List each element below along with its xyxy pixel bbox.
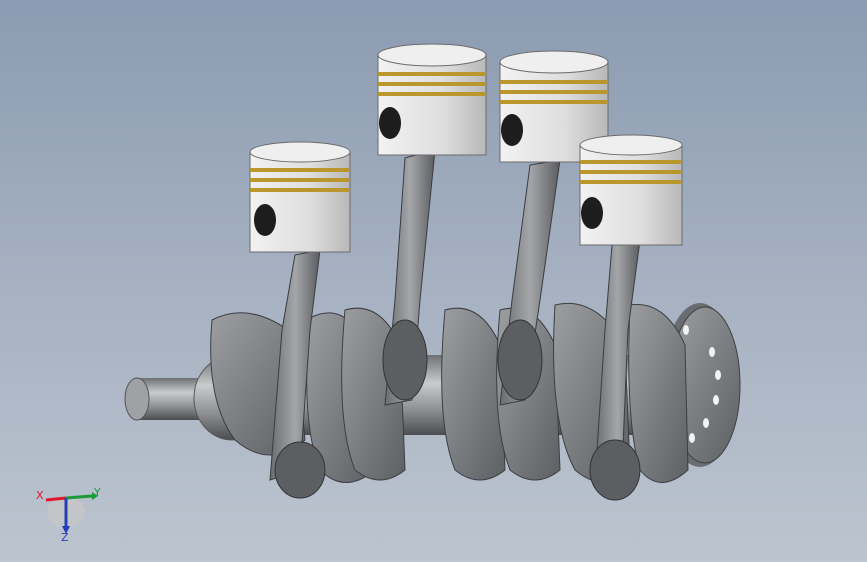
piston-1 xyxy=(249,141,351,253)
y-axis-icon xyxy=(65,494,93,500)
x-axis-icon xyxy=(45,496,67,502)
y-axis-label: Y xyxy=(94,486,101,499)
axis-triad[interactable]: X Y Z xyxy=(30,482,110,552)
x-axis-label: X xyxy=(36,489,44,502)
crankshaft-model[interactable] xyxy=(0,0,867,562)
piston-4 xyxy=(579,134,683,246)
z-axis-label: Z xyxy=(61,531,69,544)
piston-2 xyxy=(377,43,487,156)
graphics-viewport[interactable]: X Y Z xyxy=(0,0,867,562)
